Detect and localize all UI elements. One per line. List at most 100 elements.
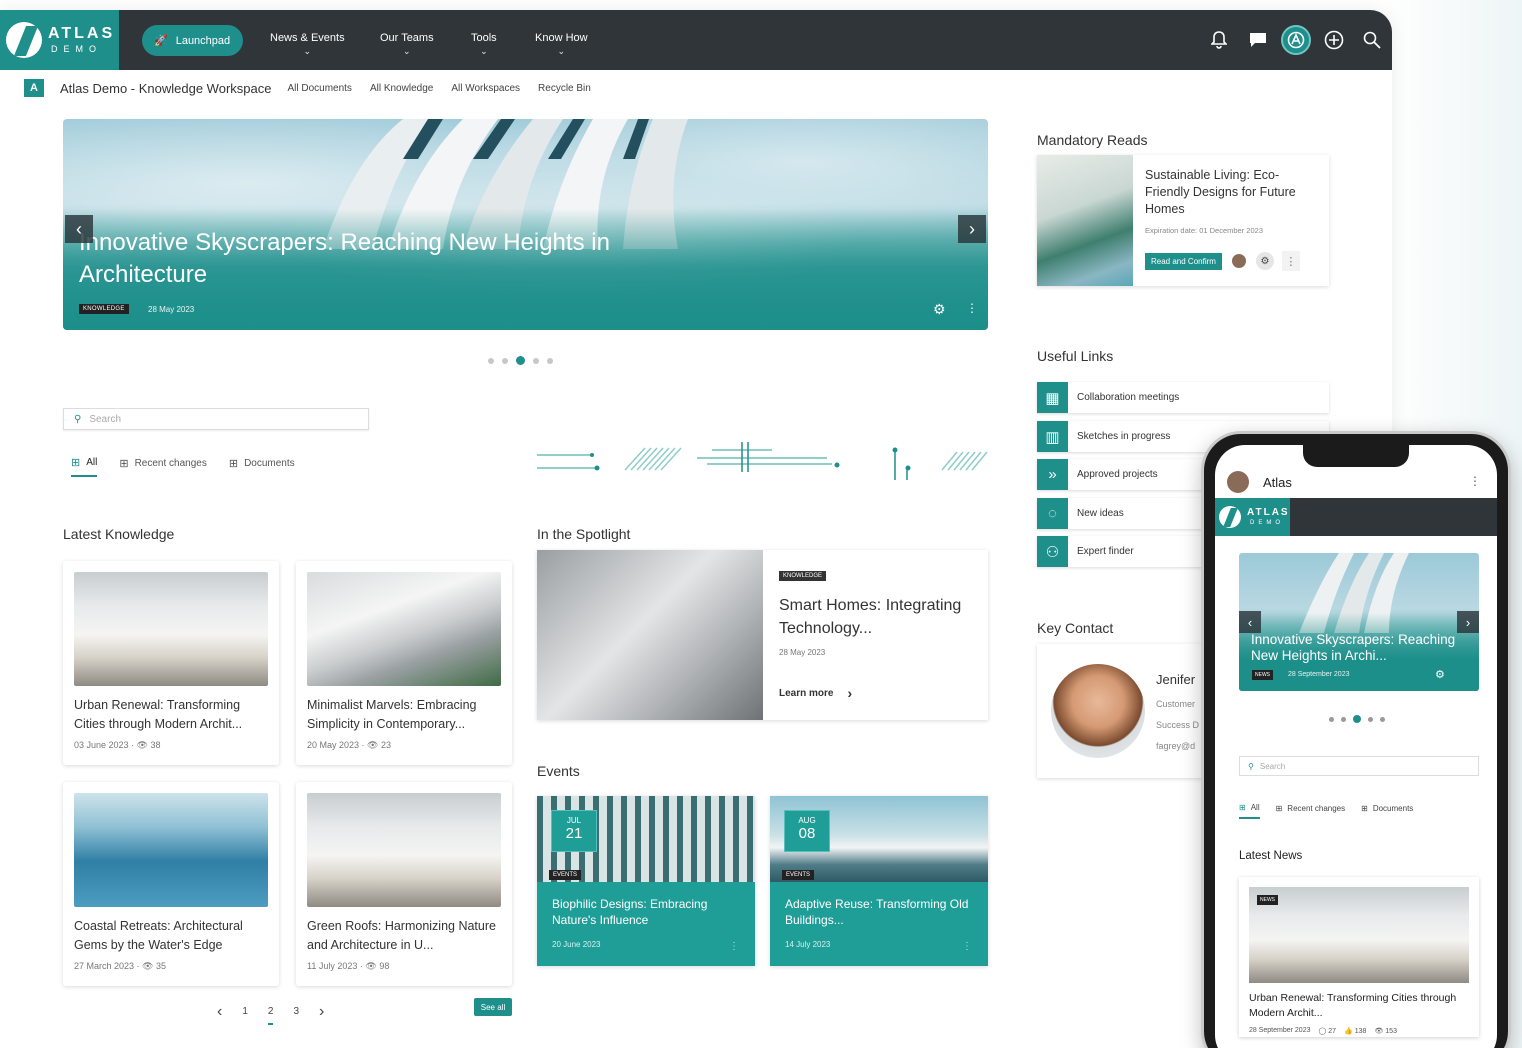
read-and-confirm-button[interactable]: Read and Confirm [1145, 252, 1222, 270]
avatar[interactable] [1227, 471, 1249, 493]
books-icon: ▥ [1037, 421, 1068, 452]
card-title[interactable]: Minimalist Marvels: Embracing Simplicity… [307, 696, 501, 734]
pagination-next-button[interactable]: › [319, 1003, 324, 1021]
key-contact-heading: Key Contact [1037, 620, 1114, 636]
nav-item-label: News & Events [270, 32, 345, 44]
see-all-button[interactable]: See all [474, 998, 512, 1016]
tab-documents[interactable]: ⊞ Documents [1361, 803, 1413, 819]
nav-item-news-events[interactable]: News & Events ⌄ [270, 32, 345, 57]
tab-recent-changes[interactable]: ⊞ Recent changes [1276, 803, 1346, 819]
carousel-next-button[interactable]: › [1457, 611, 1479, 633]
tab-label: Recent changes [134, 458, 207, 469]
event-card[interactable]: AUG 08 EVENTS Adaptive Reuse: Transformin… [770, 796, 988, 966]
page-2-button[interactable]: 2 [267, 1006, 274, 1025]
carousel-dot-active[interactable] [516, 356, 525, 365]
card-meta: 11 July 2023 · 👁 98 [307, 961, 390, 971]
card-title[interactable]: Green Roofs: Harmonizing Nature and Arch… [307, 917, 501, 955]
event-date: 14 July 2023 [785, 940, 831, 949]
learn-more-label: Learn more [779, 687, 834, 699]
nav-item-know-how[interactable]: Know How ⌄ [535, 32, 588, 57]
pagination-prev-button[interactable]: ‹ [217, 1003, 222, 1021]
hero-carousel[interactable]: Innovative Skyscrapers: Reaching New Hei… [63, 119, 988, 330]
spotlight-card[interactable]: KNOWLEDGE Smart Homes: Integrating Techn… [537, 550, 988, 720]
hero-title[interactable]: Innovative Skyscrapers: Reaching New Hei… [79, 227, 679, 291]
grid-icon: ⊞ [119, 458, 129, 470]
translate-icon[interactable]: ⚙ [1255, 252, 1274, 270]
knowledge-card[interactable]: Coastal Retreats: Architectural Gems by … [63, 782, 279, 986]
carousel-prev-button[interactable]: ‹ [1239, 611, 1261, 633]
card-image: NEWS [1249, 887, 1469, 983]
more-options-icon[interactable]: ⋮ [966, 301, 978, 315]
carousel-dot[interactable] [1380, 716, 1385, 722]
event-title[interactable]: Adaptive Reuse: Transforming Old Buildin… [770, 882, 988, 928]
mandatory-read-card[interactable]: Sustainable Living: Eco-Friendly Designs… [1037, 155, 1329, 286]
news-card[interactable]: NEWS Urban Renewal: Transforming Cities … [1239, 877, 1479, 1037]
page-1-button[interactable]: 1 [242, 1006, 248, 1017]
page-3-button[interactable]: 3 [293, 1006, 299, 1017]
subnav-link-recycle-bin[interactable]: Recycle Bin [538, 83, 591, 94]
search-icon[interactable] [1360, 28, 1384, 52]
translate-icon[interactable]: ⚙ [933, 301, 946, 318]
card-title[interactable]: Urban Renewal: Transforming Cities throu… [74, 696, 268, 734]
chat-icon[interactable] [1246, 28, 1270, 52]
subnav-link-all-documents[interactable]: All Documents [287, 83, 351, 94]
translate-icon[interactable]: ⚙ [1435, 668, 1445, 681]
contact-name[interactable]: Jenifer [1156, 672, 1195, 687]
knowledge-card[interactable]: Green Roofs: Harmonizing Nature and Arch… [296, 782, 512, 986]
tab-recent-changes[interactable]: ⊞ Recent changes [119, 456, 207, 477]
atlas-logo[interactable]: ATLAS DEMO [0, 10, 119, 70]
card-meta: 27 March 2023 · 👁 35 [74, 961, 167, 971]
mandatory-read-title[interactable]: Sustainable Living: Eco-Friendly Designs… [1145, 167, 1317, 218]
learn-more-link[interactable]: Learn more › [779, 685, 972, 701]
useful-link-collaboration-meetings[interactable]: ▦ Collaboration meetings [1037, 382, 1329, 413]
more-options-icon[interactable]: ⋮ [1281, 251, 1300, 271]
site-title[interactable]: Atlas Demo - Knowledge Workspace [60, 81, 271, 96]
subnav-link-all-workspaces[interactable]: All Workspaces [451, 83, 520, 94]
tab-documents[interactable]: ⊞ Documents [229, 456, 295, 477]
carousel-dot[interactable] [488, 357, 494, 364]
more-options-icon[interactable]: ⋮ [1469, 474, 1481, 488]
carousel-prev-button[interactable]: ‹ [65, 215, 93, 243]
carousel-indicators [1329, 715, 1385, 723]
carousel-dot[interactable] [1329, 716, 1334, 722]
mobile-search-input[interactable]: ⚲ Search [1239, 756, 1479, 776]
carousel-dot[interactable] [1368, 716, 1373, 722]
card-title[interactable]: Coastal Retreats: Architectural Gems by … [74, 917, 268, 955]
more-options-icon[interactable]: ⋮ [729, 941, 739, 952]
mobile-hero-title[interactable]: Innovative Skyscrapers: Reaching New Hei… [1251, 632, 1477, 664]
card-image [74, 793, 268, 907]
mobile-hero-carousel[interactable]: Innovative Skyscrapers: Reaching New Hei… [1239, 553, 1479, 691]
carousel-dot[interactable] [547, 357, 553, 364]
nav-item-tools[interactable]: Tools ⌄ [471, 32, 497, 57]
carousel-next-button[interactable]: › [958, 215, 986, 243]
contact-email[interactable]: fagrey@d [1156, 741, 1195, 751]
knowledge-card[interactable]: Urban Renewal: Transforming Cities throu… [63, 561, 279, 765]
mandatory-read-image [1037, 155, 1133, 286]
card-title[interactable]: Urban Renewal: Transforming Cities throu… [1249, 991, 1469, 1021]
knowledge-card[interactable]: Minimalist Marvels: Embracing Simplicity… [296, 561, 512, 765]
carousel-dot[interactable] [533, 357, 539, 364]
bell-icon[interactable] [1207, 28, 1231, 52]
event-card[interactable]: JUL 21 EVENTS Biophilic Designs: Embracin… [537, 796, 755, 966]
carousel-dot[interactable] [1341, 716, 1346, 722]
atlas-app-icon[interactable] [1281, 25, 1311, 55]
launchpad-button[interactable]: 🚀 Launchpad [142, 25, 243, 56]
nav-item-our-teams[interactable]: Our Teams ⌄ [380, 32, 434, 57]
atlas-logo[interactable]: ATLAS DEMO [1215, 498, 1290, 536]
like-count[interactable]: 👍 138 [1344, 1027, 1366, 1035]
comment-count[interactable]: ◯ 27 [1319, 1027, 1337, 1035]
card-date: 11 July 2023 [307, 961, 358, 971]
search-input[interactable]: ⚲ Search [63, 408, 369, 430]
tab-all[interactable]: ⊞ All [71, 456, 98, 477]
subnav-link-all-knowledge[interactable]: All Knowledge [370, 83, 433, 94]
spotlight-title[interactable]: Smart Homes: Integrating Technology... [779, 594, 972, 640]
contact-department: Success D [1156, 720, 1200, 730]
avatar [1229, 252, 1248, 270]
event-title[interactable]: Biophilic Designs: Embracing Nature's In… [537, 882, 755, 928]
more-options-icon[interactable]: ⋮ [962, 941, 972, 952]
carousel-dot-active[interactable] [1353, 715, 1361, 723]
add-icon[interactable] [1322, 28, 1346, 52]
expiration-date: Expiration date: 01 December 2023 [1145, 226, 1263, 235]
tab-all[interactable]: ⊞ All [1239, 803, 1260, 819]
carousel-dot[interactable] [502, 357, 508, 364]
